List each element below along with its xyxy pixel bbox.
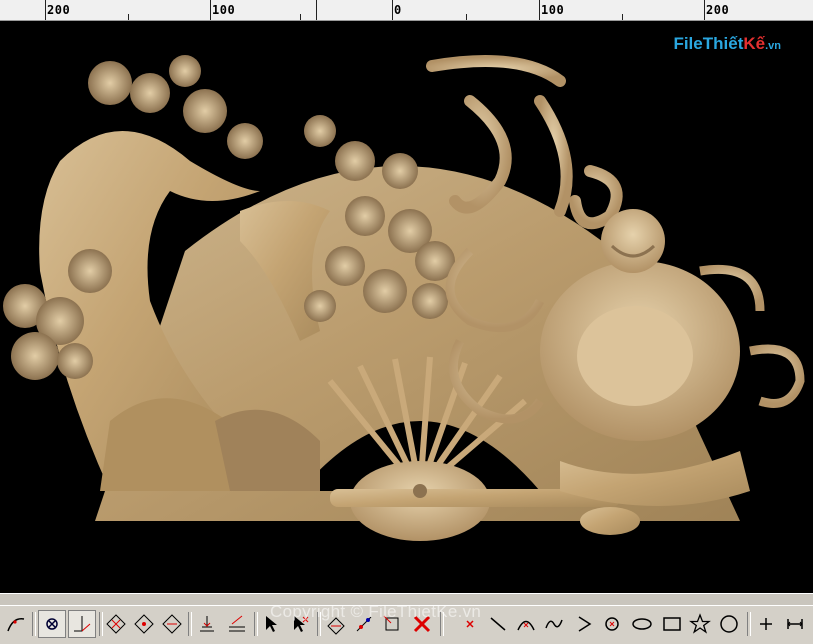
dimension-icon[interactable] xyxy=(781,610,809,638)
align-icon[interactable] xyxy=(193,610,221,638)
ruler-label: 0 xyxy=(394,3,402,17)
ruler-tick xyxy=(466,14,467,20)
logo-part: Thiết xyxy=(702,34,744,53)
ellipse-icon[interactable] xyxy=(628,610,656,638)
curve-tool-icon[interactable] xyxy=(2,610,30,638)
ruler-tick xyxy=(316,0,317,20)
ruler-label: 200 xyxy=(47,3,71,17)
canvas-viewport[interactable]: FileThiếtKế.vn xyxy=(0,21,813,593)
horizontal-ruler: 200 100 0 100 200 xyxy=(0,0,813,21)
spline-icon[interactable] xyxy=(540,610,568,638)
logo-part: .vn xyxy=(765,40,781,52)
circle-center-icon[interactable] xyxy=(598,610,626,638)
ruler-tick xyxy=(300,14,301,20)
ruler-label: 100 xyxy=(212,3,236,17)
logo-part: Kế xyxy=(743,34,766,53)
axis-pick-icon[interactable] xyxy=(68,610,96,638)
ruler-label: 200 xyxy=(706,3,730,17)
distribute-icon[interactable] xyxy=(223,610,251,638)
toolbar-separator xyxy=(747,612,751,636)
ruler-label: 100 xyxy=(541,3,565,17)
filethietke-logo: FileThiếtKế.vn xyxy=(673,34,781,54)
hexagon-icon[interactable] xyxy=(715,610,743,638)
star-icon[interactable] xyxy=(686,610,714,638)
toolbar-separator xyxy=(188,612,192,636)
ruler-tick xyxy=(539,0,540,20)
node-diamond-3-icon[interactable] xyxy=(158,610,186,638)
ruler-tick xyxy=(128,14,129,20)
copyright-watermark: Copyright © FileThietKe.vn xyxy=(270,602,482,621)
logo-part: File xyxy=(673,34,703,53)
ruler-tick xyxy=(210,0,211,20)
node-diamond-icon[interactable] xyxy=(102,610,130,638)
ruler-tick xyxy=(392,0,393,20)
toolbar-separator xyxy=(32,612,36,636)
arc-icon[interactable] xyxy=(512,610,540,638)
polygon-open-icon[interactable] xyxy=(570,610,598,638)
rectangle-icon[interactable] xyxy=(658,610,686,638)
node-diamond-2-icon[interactable] xyxy=(130,610,158,638)
line-icon[interactable] xyxy=(484,610,512,638)
ruler-tick xyxy=(622,14,623,20)
carved-relief-model xyxy=(3,55,805,541)
snap-grid-icon[interactable] xyxy=(38,610,66,638)
ruler-tick xyxy=(704,0,705,20)
cross-icon[interactable] xyxy=(752,610,780,638)
ruler-tick xyxy=(45,0,46,20)
